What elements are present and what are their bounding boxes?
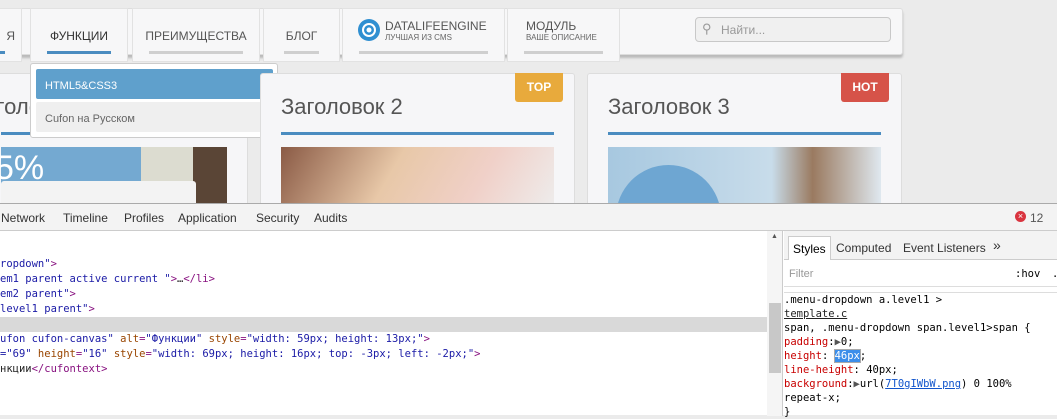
tab-computed[interactable]: Computed [836,241,891,255]
prop-name: height [784,350,822,362]
nav-label: ФУНКЦИИ [50,29,108,43]
filter-placeholder: Filter [789,268,814,280]
prop-value: url( [859,378,886,390]
dom-node-line[interactable]: ropdown"> [0,257,767,272]
nav-label: ПРЕИМУЩЕСТВА [145,29,247,43]
devtools-panel: Network Timeline Profiles Application Se… [0,203,1057,418]
rule-close: } [784,406,791,418]
dom-node-line[interactable]: ufon cufon-canvas" alt="Функции" style="… [0,332,767,347]
search-icon: ⚲ [702,21,712,36]
styles-filter[interactable]: Filter :hov .c [784,261,1057,287]
prop-name: line-height [784,364,854,376]
code-token: ="69" [0,348,32,360]
prop-value: 0; [840,336,854,348]
code-token: </li> [183,273,215,285]
dle-logo-icon [358,19,380,41]
css-rule: .menu-dropdown a.level1 > template.c spa… [784,292,1057,419]
more-tabs-icon[interactable]: » [993,237,1001,253]
rule-selector: .menu-dropdown a.level1 > [784,294,943,306]
tab-network[interactable]: Network [1,211,45,225]
card-title: Заголовок 2 [281,94,403,119]
nav-item-advantages[interactable]: ПРЕИМУЩЕСТВА [132,8,260,62]
prop-value-cont: repeat-x; [784,392,841,404]
prop-value: ) 0 100% [961,378,1012,390]
code-token: "width: 59px; height: 13px;" [246,333,424,345]
code-token: style [202,333,241,345]
scroll-up-icon[interactable]: ▲ [771,233,778,240]
nav-sublabel: ЛУЧШАЯ ИЗ CMS [385,33,452,42]
code-token: ropdown" [0,258,51,270]
prop-height[interactable]: height: 46px; [784,349,1057,363]
dom-node-line[interactable]: ="69" height="16" style="width: 69px; he… [0,347,767,362]
code-token: ufon cufon-canvas" [0,333,114,345]
dropdown-item-cufon[interactable]: Cufon на Русском [36,102,273,132]
functions-dropdown: HTML5&CSS3 Cufon на Русском [30,63,278,138]
tab-profiles[interactable]: Profiles [124,211,164,225]
code-token: нкции [0,363,32,375]
nav-item-blog[interactable]: БЛОГ [263,8,340,62]
search-placeholder: Найти... [721,23,766,37]
code-token: > [88,303,95,315]
code-token: > [50,258,57,270]
background-url-link[interactable]: 7T0gIWbW.png [885,378,961,390]
prop-background[interactable]: background:▶url(7T0gIWbW.png) 0 100% [784,377,1057,391]
rule-source-link[interactable]: template.c [784,307,1057,321]
tab-audits[interactable]: Audits [314,211,347,225]
prop-line-height[interactable]: line-height: 40px; [784,363,1057,377]
tab-timeline[interactable]: Timeline [63,211,108,225]
code-token: style [107,348,146,360]
tab-event-listeners[interactable]: Event Listeners [903,241,986,255]
nav-item-home[interactable]: Я [0,8,22,62]
error-count[interactable]: 12 [1030,211,1043,225]
nav-item-dle[interactable]: DATALIFEENGINE ЛУЧШАЯ ИЗ CMS [342,8,505,62]
code-token: </cufontext> [31,363,108,375]
dom-node-line[interactable]: нкции</cufontext> [0,362,767,377]
nav-label: БЛОГ [285,29,318,43]
styles-tabs: Styles Computed Event Listeners » [784,231,1057,260]
code-token: alt [113,333,140,345]
prop-value: 40px; [866,364,898,376]
search-input[interactable]: ⚲ Найти... [695,17,891,42]
semicolon: ; [859,350,867,362]
code-token: "width: 69px; height: 16px; top: -3px; l… [151,348,475,360]
cls-toggle[interactable]: .c [1052,268,1057,280]
dom-node-line[interactable] [0,317,767,332]
prop-value-editing[interactable]: 46px [833,349,861,363]
dom-node-line[interactable]: em2 parent"> [0,287,767,302]
nav-item-functions[interactable]: ФУНКЦИИ [30,8,128,62]
top-badge: TOP [515,73,563,102]
code-token: > [474,348,481,360]
nav-label: МОДУЛЬ [526,19,577,33]
code-token: "16" [82,348,108,360]
dom-scrollbar[interactable]: ▲ [767,231,783,416]
nav-sublabel: ВАШЕ ОПИСАНИЕ [526,33,597,42]
dom-node-line[interactable]: level1 parent"> [0,302,767,317]
tab-styles[interactable]: Styles [788,236,831,260]
code-token: > [69,288,76,300]
tab-application[interactable]: Application [178,211,237,225]
tab-security[interactable]: Security [256,211,299,225]
code-token: "Функции" [145,333,203,345]
rule-selector: span, .menu-dropdown span.level1>span { [784,322,1031,334]
code-token: em2 parent" [0,288,70,300]
code-token: em1 parent active current " [0,273,171,285]
nav-item-module[interactable]: МОДУЛЬ ВАШЕ ОПИСАНИЕ [507,8,620,62]
hov-toggle[interactable]: :hov [1015,268,1040,280]
nav-label: Я [6,29,15,43]
prop-name: padding [784,336,829,348]
prop-name: background [784,378,848,390]
devtools-tabs: Network Timeline Profiles Application Se… [0,204,1057,231]
card-title: Заголовок 3 [608,94,730,119]
error-icon[interactable]: × [1015,211,1026,222]
prop-padding[interactable]: padding:▶0; [784,335,1057,349]
code-token: > [423,333,430,345]
nav-label: DATALIFEENGINE [385,19,487,33]
code-token: level1 parent" [0,303,89,315]
hot-badge: HOT [841,73,889,102]
code-token: height [31,348,76,360]
dom-node-line[interactable]: em1 parent active current ">…</li> [0,272,767,287]
dropdown-item-html5[interactable]: HTML5&CSS3 [36,69,273,99]
